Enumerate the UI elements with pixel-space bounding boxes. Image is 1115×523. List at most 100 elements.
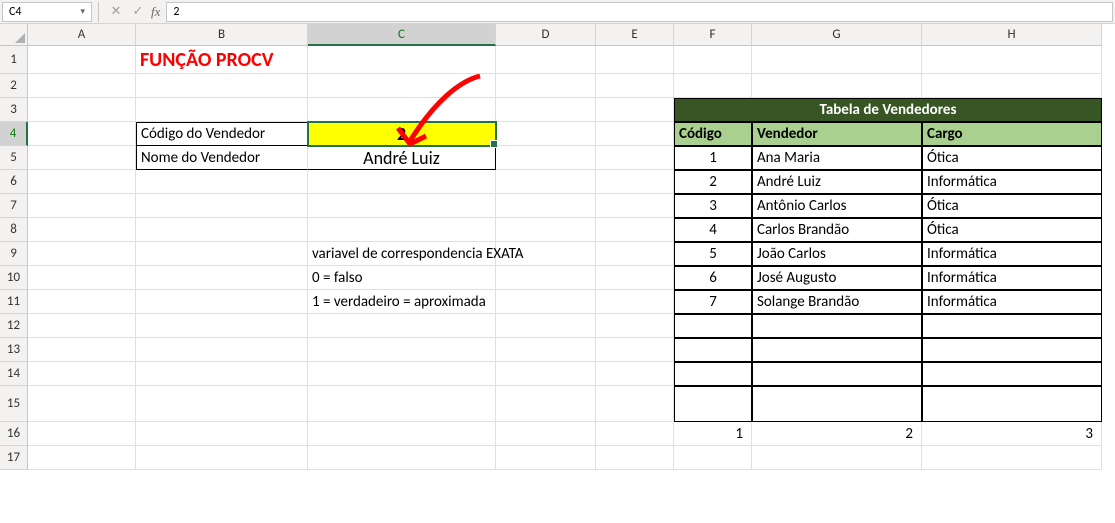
table-title[interactable]: Tabela de Vendedores [674,98,1102,122]
table-row[interactable]: André Luiz [752,170,922,194]
table-row-empty[interactable] [674,386,752,422]
cell-E9[interactable] [596,242,674,266]
cell-C15[interactable] [308,386,496,422]
cell-H2[interactable] [922,74,1102,98]
cell-E5[interactable] [596,146,674,170]
cell-A17[interactable] [28,446,136,470]
cell-E12[interactable] [596,314,674,338]
cell-G17[interactable] [752,446,922,470]
cell-D12[interactable] [496,314,596,338]
cell-C8[interactable] [308,218,496,242]
cell-A16[interactable] [28,422,136,446]
row-head-3[interactable]: 3 [0,98,28,122]
cell-A5[interactable] [28,146,136,170]
select-all-corner[interactable] [0,24,28,46]
cell-C4-active[interactable]: 2 [308,122,496,146]
table-row[interactable]: Ana Maria [752,146,922,170]
col-head-B[interactable]: B [136,24,308,46]
name-box[interactable]: C4 ▾ [2,2,92,22]
cell-C2[interactable] [308,74,496,98]
table-row[interactable]: 3 [674,194,752,218]
cell-E13[interactable] [596,338,674,362]
cell-C3[interactable] [308,98,496,122]
col-head-D[interactable]: D [496,24,596,46]
cell-B13[interactable] [136,338,308,362]
table-row[interactable]: Informática [922,170,1102,194]
cell-A6[interactable] [28,170,136,194]
row-head-17[interactable]: 17 [0,446,28,470]
col-head-C[interactable]: C [308,24,496,46]
cell-H16[interactable]: 3 [922,422,1102,446]
row-head-8[interactable]: 8 [0,218,28,242]
cell-D17[interactable] [496,446,596,470]
cell-D4[interactable] [496,122,596,146]
cell-A14[interactable] [28,362,136,386]
table-row[interactable]: 4 [674,218,752,242]
col-head-F[interactable]: F [674,24,752,46]
cell-D13[interactable] [496,338,596,362]
cell-D8[interactable] [496,218,596,242]
cell-F2[interactable] [674,74,752,98]
cell-A15[interactable] [28,386,136,422]
cell-D11[interactable] [496,290,596,314]
cell-E17[interactable] [596,446,674,470]
table-row-empty[interactable] [922,314,1102,338]
cell-E14[interactable] [596,362,674,386]
row-head-7[interactable]: 7 [0,194,28,218]
table-row-empty[interactable] [752,338,922,362]
cell-G16[interactable]: 2 [752,422,922,446]
cell-A8[interactable] [28,218,136,242]
row-head-6[interactable]: 6 [0,170,28,194]
cell-E2[interactable] [596,74,674,98]
cell-F1[interactable] [674,46,752,74]
row-head-10[interactable]: 10 [0,266,28,290]
cell-C1[interactable] [308,46,496,74]
table-row[interactable]: 2 [674,170,752,194]
table-row[interactable]: 7 [674,290,752,314]
cell-D14[interactable] [496,362,596,386]
cell-B16[interactable] [136,422,308,446]
cell-B1[interactable]: FUNÇÃO PROCV [136,46,308,74]
cell-D16[interactable] [496,422,596,446]
cell-C7[interactable] [308,194,496,218]
table-row-empty[interactable] [674,362,752,386]
cell-A11[interactable] [28,290,136,314]
cell-B17[interactable] [136,446,308,470]
cell-E4[interactable] [596,122,674,146]
cell-E11[interactable] [596,290,674,314]
cell-F16[interactable]: 1 [674,422,752,446]
col-head-A[interactable]: A [28,24,136,46]
cell-C14[interactable] [308,362,496,386]
table-row[interactable]: Ótica [922,218,1102,242]
cell-B11[interactable] [136,290,308,314]
table-row[interactable]: Ótica [922,146,1102,170]
cell-A9[interactable] [28,242,136,266]
cell-B10[interactable] [136,266,308,290]
table-row[interactable]: Informática [922,266,1102,290]
table-row-empty[interactable] [752,386,922,422]
col-head-E[interactable]: E [596,24,674,46]
table-head-vendedor[interactable]: Vendedor [752,122,922,146]
row-head-14[interactable]: 14 [0,362,28,386]
row-head-11[interactable]: 11 [0,290,28,314]
chevron-down-icon[interactable]: ▾ [80,6,85,17]
cell-D10[interactable] [496,266,596,290]
cell-D7[interactable] [496,194,596,218]
cell-G2[interactable] [752,74,922,98]
table-row[interactable]: Antônio Carlos [752,194,922,218]
table-row[interactable]: Informática [922,242,1102,266]
table-row-empty[interactable] [674,314,752,338]
table-row-empty[interactable] [752,362,922,386]
table-row-empty[interactable] [922,386,1102,422]
cell-D6[interactable] [496,170,596,194]
table-row[interactable]: João Carlos [752,242,922,266]
row-head-5[interactable]: 5 [0,146,28,170]
cell-E1[interactable] [596,46,674,74]
cell-B6[interactable] [136,170,308,194]
cell-E8[interactable] [596,218,674,242]
table-row[interactable]: Carlos Brandão [752,218,922,242]
cell-B5[interactable]: Nome do Vendedor [136,146,308,170]
confirm-icon[interactable]: ✓ [127,4,149,19]
cell-A1[interactable] [28,46,136,74]
table-row-empty[interactable] [674,338,752,362]
